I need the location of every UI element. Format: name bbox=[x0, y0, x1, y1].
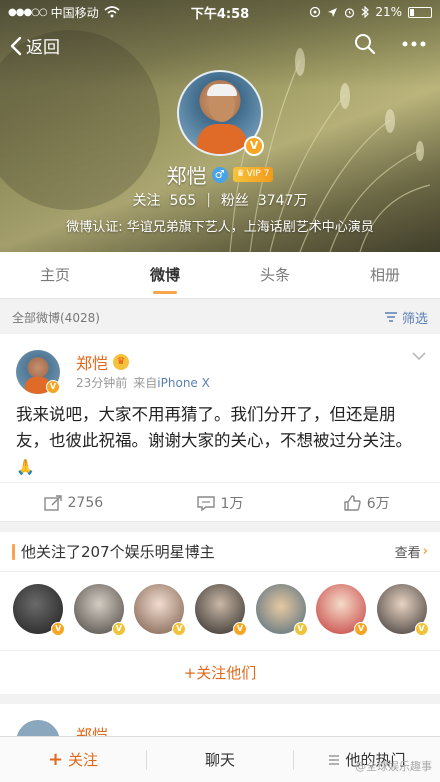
chevron-down-icon[interactable] bbox=[412, 352, 426, 361]
like-count: 6万 bbox=[366, 495, 390, 512]
celebrity-avatar[interactable]: V bbox=[255, 584, 308, 636]
chevron-left-icon bbox=[10, 36, 22, 55]
back-label: 返回 bbox=[26, 38, 60, 58]
filter-row: 全部微博(4028) 筛选 bbox=[0, 300, 440, 334]
status-bar: ●●●○○ 中国移动 下午4:58 21% bbox=[0, 0, 440, 24]
stats-divider: | bbox=[206, 192, 211, 208]
verified-badge-icon: V bbox=[46, 380, 60, 394]
post-meta: 23分钟前 来自iPhone X bbox=[76, 376, 210, 390]
post-author[interactable]: 郑恺 bbox=[76, 350, 108, 374]
view-more-link[interactable]: 查看 › bbox=[395, 542, 428, 561]
profile-name: 郑恺 bbox=[166, 164, 207, 188]
celebrity-avatar[interactable]: V bbox=[73, 584, 126, 636]
plus-icon: + bbox=[47, 749, 64, 770]
top-nav: 返回 bbox=[0, 30, 440, 62]
back-button[interactable]: 返回 bbox=[10, 33, 60, 58]
menu-icon bbox=[329, 754, 340, 765]
verified-badge-icon: V bbox=[414, 622, 429, 636]
post-text: 我来说吧，大家不用再猜了。我们分开了，但还是朋友，也彼此祝福。谢谢大家的关心，不… bbox=[16, 405, 412, 476]
post-time: 23分钟前 bbox=[76, 376, 128, 390]
status-time: 下午4:58 bbox=[190, 6, 250, 22]
chevron-right-icon: › bbox=[422, 544, 428, 559]
section-accent-bar bbox=[12, 543, 15, 560]
following-celebrities-card: 他关注了207个娱乐明星博主 查看 › V V V V V V V +关注他们 bbox=[0, 532, 440, 694]
search-icon[interactable] bbox=[354, 33, 376, 55]
verified-badge-icon: V bbox=[51, 622, 66, 636]
tab-home[interactable]: 主页 bbox=[0, 252, 110, 298]
followers-stat[interactable]: 粉丝 3747万 bbox=[221, 190, 308, 210]
chat-button[interactable]: 聊天 bbox=[147, 749, 293, 770]
pray-emoji-icon: 🙏 bbox=[16, 458, 35, 476]
profile-stats: 关注 565 | 粉丝 3747万 bbox=[0, 190, 440, 210]
verification-text: 微博认证: 华谊兄弟旗下艺人，上海话剧艺术中心演员 bbox=[66, 220, 374, 235]
post-device: iPhone X bbox=[157, 376, 210, 390]
comment-icon bbox=[196, 495, 215, 511]
comment-count: 1万 bbox=[220, 495, 244, 512]
profile-header: ●●●○○ 中国移动 下午4:58 21% 返回 V 郑恺 ♂ ♛ VIP 7 … bbox=[0, 0, 440, 252]
verified-badge-icon: V bbox=[232, 622, 247, 636]
follow-them-button[interactable]: +关注他们 bbox=[0, 650, 440, 694]
more-icon[interactable] bbox=[402, 41, 426, 47]
celebrity-avatar-list: V V V V V V V bbox=[0, 584, 440, 636]
celebrity-avatar[interactable]: V bbox=[194, 584, 247, 636]
tab-weibo[interactable]: 微博 bbox=[110, 252, 220, 298]
celebrity-avatar[interactable]: V bbox=[134, 584, 187, 636]
repost-count: 2756 bbox=[67, 494, 104, 511]
watermark: @全球娱乐趣事 bbox=[355, 760, 432, 773]
vip-badge: ♛ VIP 7 bbox=[232, 167, 274, 182]
all-posts-count: 全部微博(4028) bbox=[12, 310, 100, 325]
verified-badge-icon: V bbox=[293, 622, 308, 636]
follow-button[interactable]: + 关注 bbox=[0, 749, 146, 770]
post-actions: 2756 1万 6万 bbox=[0, 482, 440, 522]
weibo-post[interactable]: V 郑恺 ♛ 23分钟前 来自iPhone X 我来说吧，大家不用再猜了。我们分开… bbox=[0, 334, 440, 522]
verified-badge-icon: V bbox=[244, 136, 264, 156]
tab-album[interactable]: 相册 bbox=[330, 252, 440, 298]
thumbs-up-icon bbox=[344, 494, 361, 511]
following-card-title: 他关注了207个娱乐明星博主 bbox=[21, 543, 215, 561]
male-icon: ♂ bbox=[211, 166, 228, 183]
profile-tabs: 主页 微博 头条 相册 bbox=[0, 252, 440, 299]
comment-button[interactable]: 1万 bbox=[147, 483, 294, 522]
verified-badge-icon: V bbox=[111, 622, 126, 636]
tab-headlines[interactable]: 头条 bbox=[220, 252, 330, 298]
repost-icon bbox=[43, 494, 62, 511]
like-button[interactable]: 6万 bbox=[293, 483, 440, 522]
celebrity-avatar[interactable]: V bbox=[376, 584, 429, 636]
celebrity-avatar[interactable]: V bbox=[316, 584, 369, 636]
filter-icon bbox=[384, 312, 397, 322]
crown-icon: ♛ bbox=[113, 354, 130, 370]
repost-button[interactable]: 2756 bbox=[0, 483, 147, 522]
filter-button[interactable]: 筛选 bbox=[384, 308, 428, 327]
verified-badge-icon: V bbox=[354, 622, 369, 636]
celebrity-avatar[interactable]: V bbox=[13, 584, 66, 636]
verified-badge-icon: V bbox=[172, 622, 187, 636]
following-stat[interactable]: 关注 565 bbox=[133, 190, 197, 210]
battery-icon bbox=[408, 6, 432, 18]
